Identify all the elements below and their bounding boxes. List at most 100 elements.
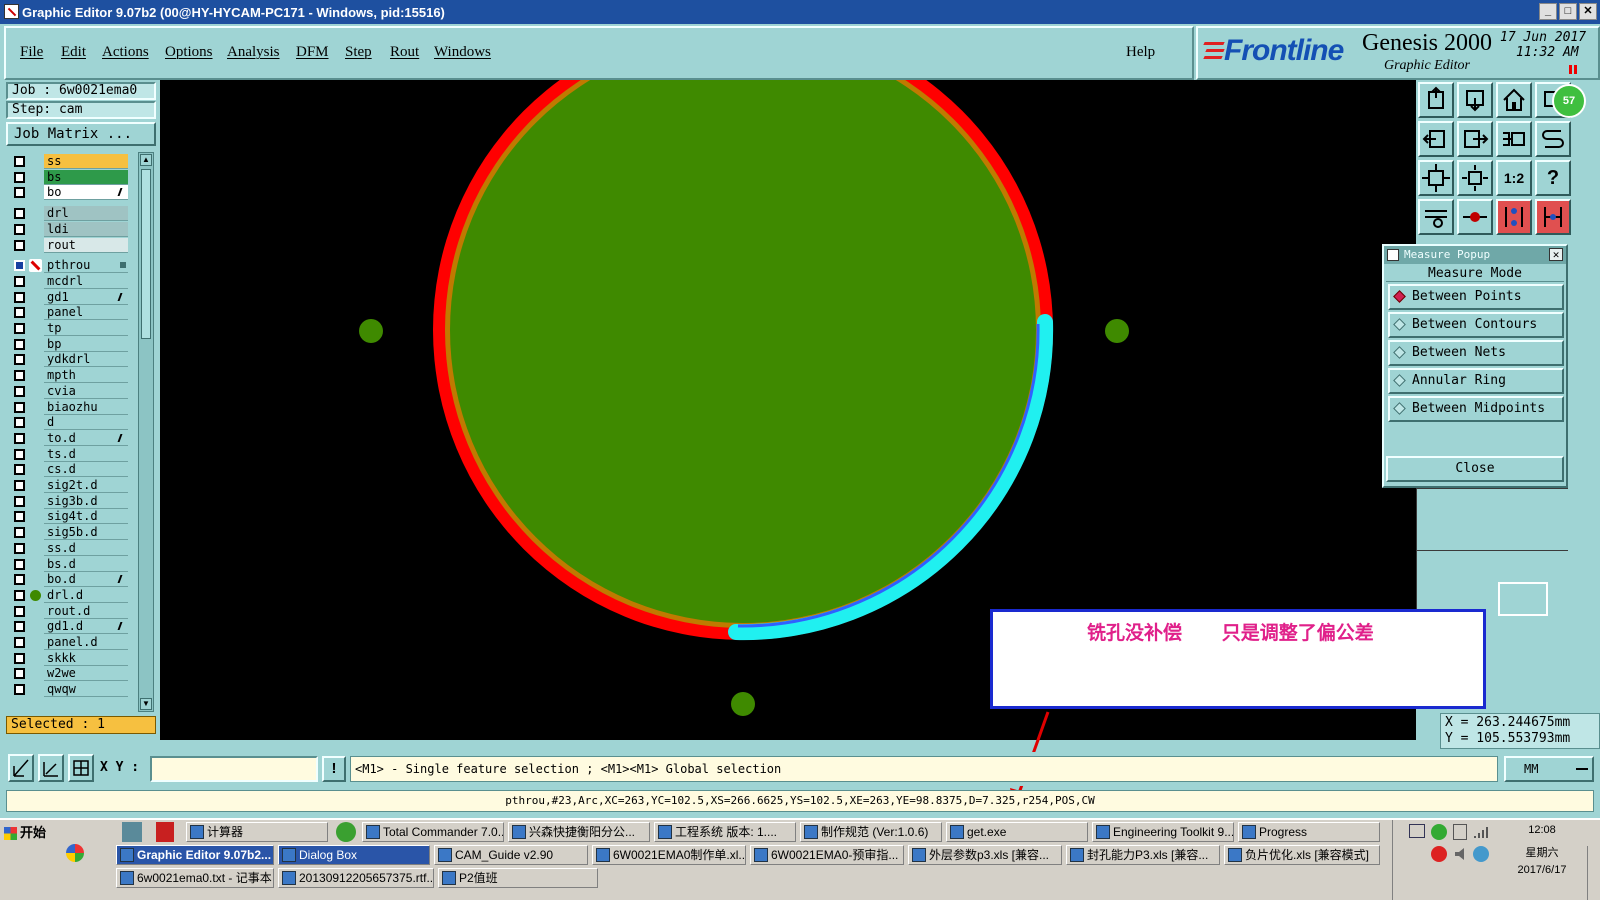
layer-name[interactable]: ss.d xyxy=(44,540,128,556)
layer-row[interactable]: qwqw xyxy=(8,682,128,698)
snap-icon-2[interactable] xyxy=(38,754,64,782)
scroll-down-arrow-icon[interactable]: ▼ xyxy=(140,698,152,710)
menu-options[interactable]: Options xyxy=(165,44,213,61)
tray-monitor-icon[interactable] xyxy=(1409,824,1425,838)
task-button[interactable]: CAM_Guide v2.90 xyxy=(434,845,588,865)
layer-checkbox[interactable] xyxy=(14,637,25,648)
task-button[interactable]: 制作规范 (Ver:1.0.6) xyxy=(800,822,942,842)
toolbar-icon-1[interactable] xyxy=(1418,82,1454,118)
layer-checkbox[interactable] xyxy=(14,208,25,220)
layer-name[interactable]: w2we xyxy=(44,666,128,682)
maximize-button[interactable]: □ xyxy=(1559,3,1577,20)
layer-checkbox[interactable] xyxy=(14,511,25,523)
layer-list-scrollbar[interactable]: ▲ ▼ xyxy=(138,152,154,712)
close-window-button[interactable]: ✕ xyxy=(1579,3,1597,20)
layer-name[interactable]: bs.d xyxy=(44,556,128,572)
layer-name[interactable]: gd1.d xyxy=(44,619,128,635)
layer-row[interactable]: d xyxy=(8,415,128,431)
layer-name[interactable]: cs.d xyxy=(44,462,128,478)
task-button-active[interactable]: Graphic Editor 9.07b2... xyxy=(116,845,274,865)
menu-step[interactable]: Step xyxy=(345,44,372,61)
task-button[interactable]: P2值班 xyxy=(438,868,598,888)
drc-icon-2[interactable] xyxy=(1535,199,1571,235)
layer-name[interactable]: sig4t.d xyxy=(44,509,128,525)
task-button[interactable]: 20130912205657375.rtf... xyxy=(278,868,434,888)
task-button[interactable]: 工程系统 版本: 1.... xyxy=(654,822,796,842)
layer-checkbox[interactable] xyxy=(14,589,25,601)
layer-row[interactable]: bo.d xyxy=(8,572,128,588)
layer-row[interactable]: ydkdrl xyxy=(8,352,128,368)
zoom-icon[interactable] xyxy=(1457,160,1493,196)
fit-view-icon[interactable] xyxy=(1418,160,1454,196)
help-icon[interactable]: ? xyxy=(1535,160,1571,196)
toolbar-icon-6[interactable] xyxy=(1457,121,1493,157)
layer-checkbox[interactable] xyxy=(14,260,25,272)
measure-close-button[interactable]: Close xyxy=(1386,456,1564,482)
layer-checkbox[interactable] xyxy=(14,684,25,696)
small-pad-right[interactable] xyxy=(1105,319,1129,343)
layer-name[interactable]: d xyxy=(44,415,128,431)
menu-rout[interactable]: Rout xyxy=(390,44,419,61)
layer-checkbox[interactable] xyxy=(14,370,25,382)
tool-settings-icon[interactable] xyxy=(1418,199,1454,235)
layer-row[interactable]: sig4t.d xyxy=(8,509,128,525)
layer-name[interactable]: panel xyxy=(44,305,128,321)
small-pad-bottom[interactable] xyxy=(731,692,755,716)
task-button[interactable]: get.exe xyxy=(946,822,1088,842)
tray-app-icon[interactable] xyxy=(1431,824,1447,840)
tray-g-icon[interactable] xyxy=(1431,846,1447,862)
layer-checkbox[interactable] xyxy=(14,156,25,167)
layer-row[interactable]: bp xyxy=(8,336,128,352)
layer-row[interactable]: panel.d xyxy=(8,635,128,650)
layer-name[interactable]: to.d xyxy=(44,430,128,446)
layer-name[interactable]: gd1 xyxy=(44,289,128,305)
job-matrix-button[interactable]: Job Matrix ... xyxy=(6,122,156,146)
layer-checkbox[interactable] xyxy=(14,464,25,476)
menu-dfm[interactable]: DFM xyxy=(296,44,329,61)
tray-network-icon[interactable] xyxy=(1473,824,1489,840)
layer-row[interactable]: w2we xyxy=(8,666,128,682)
layer-list-scroll-thumb[interactable] xyxy=(141,169,151,339)
task-button[interactable]: 6w0021ema0.txt - 记事本 xyxy=(116,868,274,888)
layer-checkbox[interactable] xyxy=(14,275,25,287)
layer-row[interactable]: to.d xyxy=(8,430,128,446)
toolbar-icon-7[interactable] xyxy=(1496,121,1532,157)
notification-badge[interactable]: 57 xyxy=(1552,84,1586,118)
layer-checkbox[interactable] xyxy=(14,480,25,491)
layer-checkbox[interactable] xyxy=(14,171,25,183)
layer-name[interactable]: mpth xyxy=(44,368,128,384)
snap-icon-1[interactable] xyxy=(8,754,34,782)
xy-input[interactable] xyxy=(150,756,318,782)
layer-row[interactable]: tp xyxy=(8,321,128,336)
layer-name[interactable]: sig2t.d xyxy=(44,478,128,493)
layer-row[interactable]: drl.d xyxy=(8,587,128,603)
task-button[interactable]: 6W0021EMA0-预审指... xyxy=(750,845,904,865)
browser-icon[interactable] xyxy=(336,822,356,842)
mode-annular-ring[interactable]: Annular Ring xyxy=(1388,368,1564,394)
task-button[interactable]: Dialog Box xyxy=(278,845,430,865)
tray-clipboard-icon[interactable] xyxy=(1453,824,1467,840)
pdf-icon[interactable] xyxy=(156,822,174,842)
layer-name[interactable]: tp xyxy=(44,321,128,336)
task-button[interactable]: 封孔能力P3.xls [兼容... xyxy=(1066,845,1220,865)
layer-name[interactable]: mcdrl xyxy=(44,273,128,289)
layer-name[interactable]: bp xyxy=(44,336,128,352)
menu-help[interactable]: Help xyxy=(1126,44,1155,61)
layer-name[interactable]: drl xyxy=(44,206,128,222)
layer-row[interactable]: rout.d xyxy=(8,603,128,619)
mode-between-midpoints[interactable]: Between Midpoints xyxy=(1388,396,1564,422)
menu-edit[interactable]: Edit xyxy=(61,44,86,61)
layer-row[interactable]: gd1 xyxy=(8,289,128,305)
task-button[interactable]: 外层参数p3.xls [兼容... xyxy=(908,845,1062,865)
layer-checkbox[interactable] xyxy=(14,558,25,570)
layer-row[interactable]: gd1.d xyxy=(8,619,128,635)
scale-1-2-icon[interactable]: 1:2 xyxy=(1496,160,1532,196)
layer-row[interactable]: sig5b.d xyxy=(8,525,128,541)
layer-name[interactable]: bs xyxy=(44,169,128,185)
task-button[interactable]: 计算器 xyxy=(186,822,328,842)
tray-security-icon[interactable] xyxy=(1473,846,1489,862)
toolbar-icon-5[interactable] xyxy=(1418,121,1454,157)
mode-between-nets[interactable]: Between Nets xyxy=(1388,340,1564,366)
layer-name[interactable]: ldi xyxy=(44,221,128,237)
layer-row[interactable]: sig3b.d xyxy=(8,493,128,509)
